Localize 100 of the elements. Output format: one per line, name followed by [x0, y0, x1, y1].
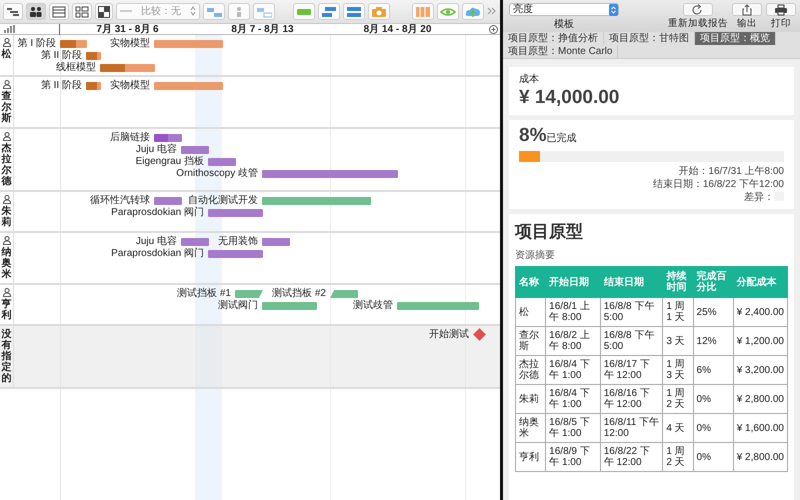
- milestone-marker[interactable]: [473, 328, 486, 341]
- cost-value: ¥ 14,000.00: [519, 87, 620, 110]
- lane-name: 没有指定的: [2, 329, 12, 384]
- table-cell: ¥ 1,200.00: [733, 326, 788, 356]
- table-cell: 0%: [693, 442, 734, 472]
- table-cell: 亨利: [516, 442, 546, 472]
- task-label: 第 II 阶段: [40, 80, 82, 92]
- task-bar[interactable]: [235, 290, 263, 298]
- template-label: 模板: [554, 18, 574, 32]
- task-label: 测试挡板 #1: [177, 288, 231, 300]
- table-cell: ¥ 2,400.00: [733, 298, 788, 327]
- table-cell: 杰拉尔德: [516, 356, 546, 385]
- lane-name: 杰拉尔德: [2, 143, 12, 187]
- button-label: 重新加载报告: [668, 17, 728, 31]
- signal-bars-icon[interactable]: [4, 25, 16, 33]
- report-tab[interactable]: 项目原型：Monte Carlo: [503, 45, 618, 58]
- task-label: 无用装饰: [218, 236, 258, 248]
- table-cell: ¥ 2,800.00: [733, 384, 788, 414]
- task-label: 第 I 阶段: [18, 38, 56, 50]
- split-view-icon: [98, 6, 110, 18]
- people-icon: [29, 6, 43, 18]
- column-header: 持续时间: [662, 266, 694, 298]
- task-bar[interactable]: [86, 52, 101, 60]
- table-cell: 1 周 2 天: [662, 384, 694, 414]
- layout-button[interactable]: [95, 3, 113, 20]
- date-text: 开始：16/7/31 上午8:00: [678, 166, 784, 177]
- zoom-icon[interactable]: [489, 25, 498, 34]
- task-label: Ornithoscopy 歧管: [176, 168, 258, 180]
- camera-icon: [371, 6, 387, 18]
- toolbar-button[interactable]: [766, 3, 796, 16]
- table-cell: ¥ 2,800.00: [733, 442, 788, 472]
- stepper-icon: [609, 4, 618, 16]
- lane-name: 亨利: [2, 299, 12, 321]
- task-label: 测试歧管: [353, 300, 393, 312]
- table-icon: [52, 6, 66, 18]
- task-bar[interactable]: [100, 64, 155, 72]
- lane-name: 朱莉: [2, 206, 12, 228]
- lane-name: 查尔斯: [2, 91, 12, 124]
- toolbar-button[interactable]: [683, 3, 713, 16]
- task-label: 测试阀门: [218, 300, 258, 312]
- task-label: Juju 电容: [136, 144, 177, 156]
- table-cell: 纳奥米: [516, 414, 546, 443]
- task-label: Eigengrau 挡板: [136, 156, 204, 168]
- report-tab[interactable]: 项目原型：概览: [695, 32, 776, 45]
- button-label: 输出: [737, 17, 757, 31]
- cloud-icon: [465, 6, 481, 18]
- task-label: 第 II 阶段: [40, 50, 82, 62]
- table-cell: 朱莉: [516, 384, 546, 414]
- table-cell: 16/8/17 下午 12:00: [600, 356, 663, 385]
- printer-icon: [774, 4, 788, 16]
- table-cell: 25%: [693, 298, 734, 327]
- table-cell: 查尔斯: [516, 326, 546, 356]
- task-bar[interactable]: [86, 82, 101, 90]
- table-cell: 1 周 3 天: [662, 356, 694, 385]
- lane-name: 纳奥米: [2, 247, 12, 280]
- section-title: 项目原型: [515, 220, 584, 243]
- eye-icon: [440, 6, 456, 18]
- column-header: 开始日期: [546, 266, 600, 298]
- view-button[interactable]: [26, 3, 46, 20]
- view-button[interactable]: [72, 3, 92, 20]
- table-cell: 16/8/1 上午 8:00: [546, 298, 600, 327]
- column-header: 分配成本: [733, 266, 788, 298]
- task-label: Paraprosdokian 阀门: [111, 207, 204, 219]
- table-cell: 16/8/5 下午 1:00: [546, 414, 600, 443]
- share-icon: [740, 4, 754, 16]
- report-tab[interactable]: 项目原型：挣值分析: [503, 32, 604, 45]
- view-button[interactable]: [3, 3, 23, 20]
- task-label: 实物模型: [110, 80, 150, 92]
- table-cell: 0%: [693, 384, 734, 414]
- summary-title: 资源摘要: [515, 248, 556, 264]
- table-cell: 1 周 2 天: [662, 442, 694, 472]
- table-cell: 16/8/2 上午 8:00: [546, 326, 600, 356]
- task-bar[interactable]: [154, 134, 182, 142]
- unlink-icon: [256, 6, 272, 18]
- button-label: 打印: [771, 17, 791, 31]
- table-cell: 1 周 1 天: [662, 298, 694, 327]
- task-bar[interactable]: [60, 40, 87, 48]
- task-label: 线框模型: [56, 62, 96, 74]
- table-cell: ¥ 3,200.00: [733, 356, 788, 385]
- table-cell: 16/8/4 下午 1:00: [546, 384, 600, 414]
- column-header: 完成百分比: [693, 266, 734, 298]
- task-label: 循环性汽转球: [90, 195, 150, 207]
- lane-name: 松: [2, 49, 12, 60]
- toolbar-button[interactable]: [732, 3, 762, 16]
- overflow-icon[interactable]: [487, 7, 496, 16]
- task-label: Paraprosdokian 阀门: [111, 248, 204, 260]
- table-cell: 16/8/22 下午 12:00: [600, 442, 663, 472]
- indent-icon: [321, 6, 337, 18]
- task-label: 后脑链接: [110, 132, 150, 144]
- view-button[interactable]: [49, 3, 69, 20]
- table-cell: 6%: [693, 356, 734, 385]
- table-cell: 4 天: [662, 414, 694, 443]
- table-cell: 16/8/8 下午5:00: [600, 298, 663, 327]
- gantt-view-icon: [6, 6, 20, 18]
- variance-label: 差异：: [744, 192, 774, 203]
- task-label: 自动化测试开发: [188, 195, 258, 206]
- table-cell: 松: [516, 298, 546, 327]
- week-label: 7月 31 - 8月 6: [96, 24, 159, 34]
- template-select[interactable]: 亮度: [509, 3, 619, 16]
- task-bar[interactable]: [330, 290, 358, 298]
